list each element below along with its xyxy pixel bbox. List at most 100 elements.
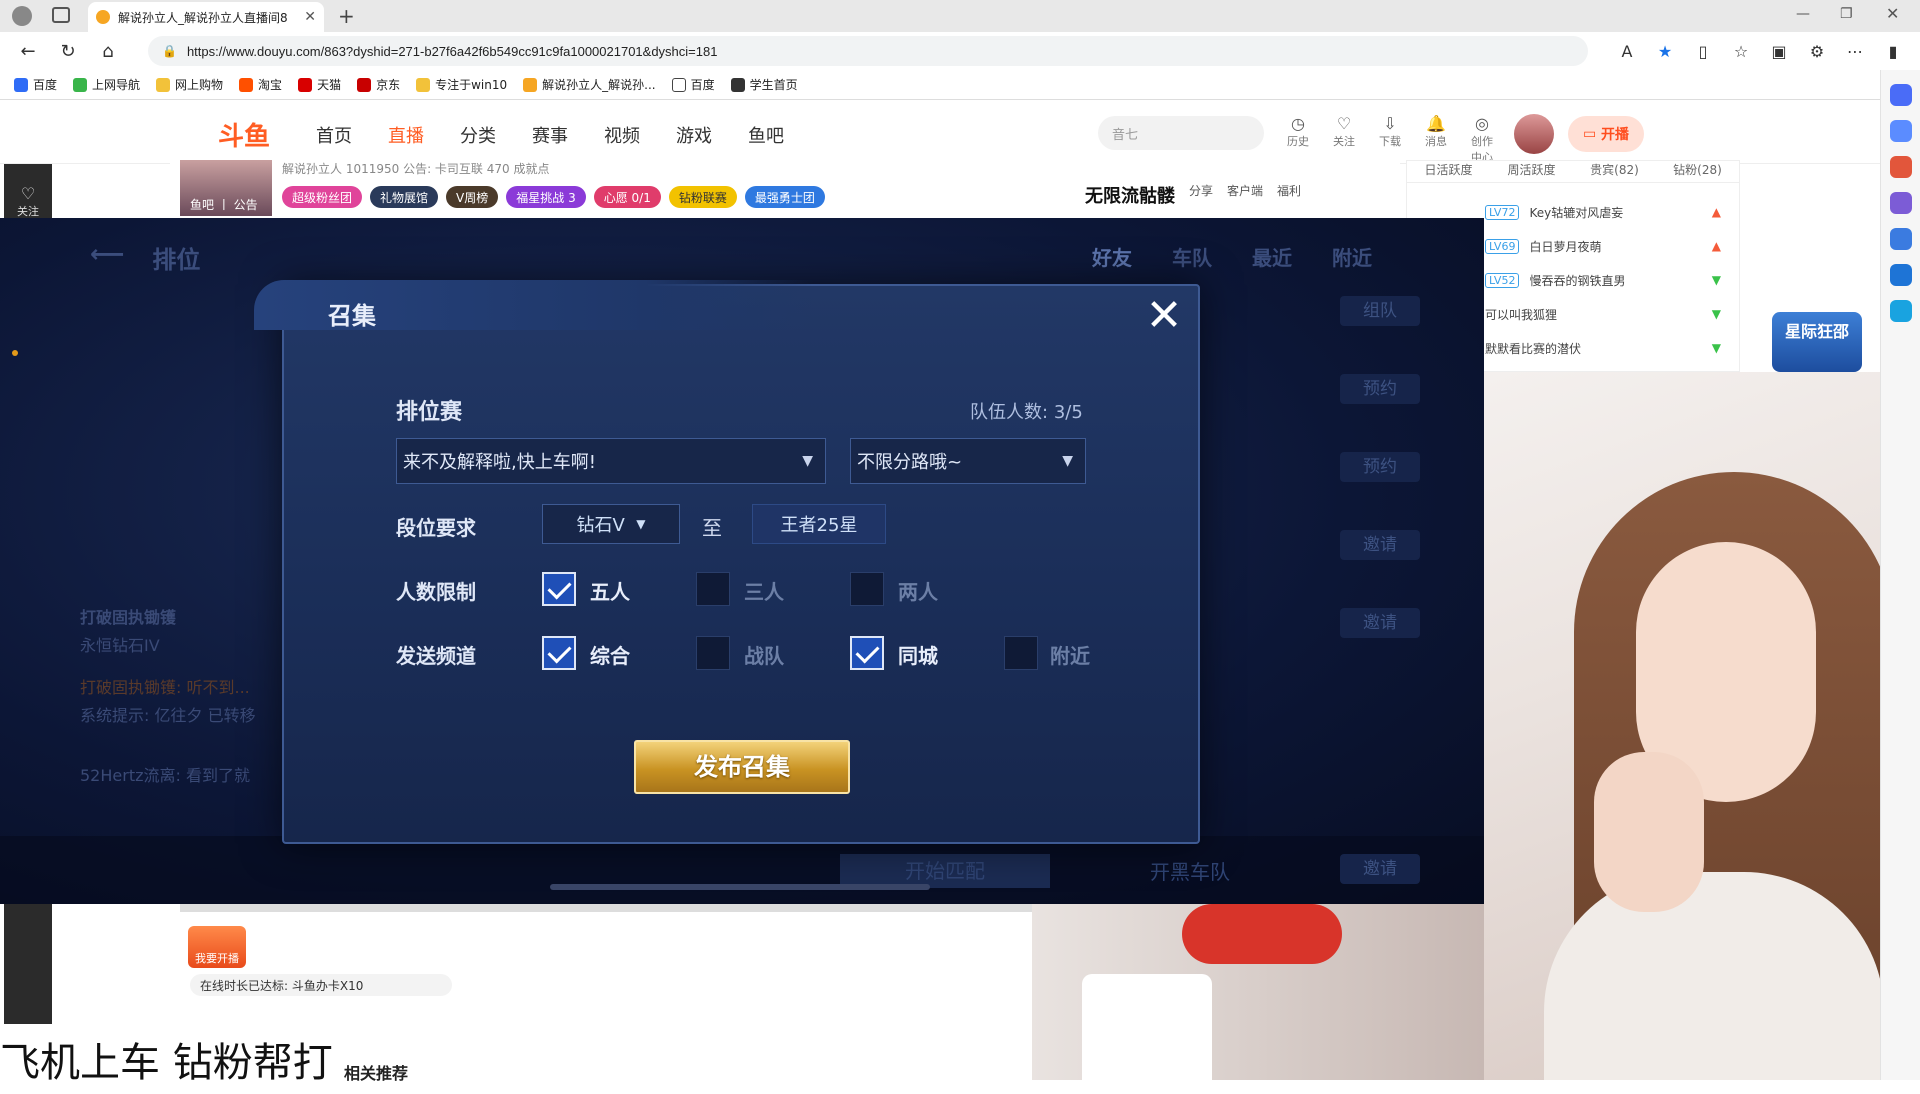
channel-guild-checkbox[interactable]: [696, 636, 730, 670]
badge[interactable]: 礼物展馆: [370, 186, 439, 208]
horizontal-scrollbar[interactable]: [550, 884, 930, 890]
sidebar-toggle-icon[interactable]: ▮: [1878, 36, 1908, 66]
browser-tab-active[interactable]: 解说孙立人_解说孙立人直播间8 ✕: [88, 2, 324, 32]
badge[interactable]: 钻粉联赛: [668, 186, 737, 208]
douyu-logo[interactable]: 斗鱼: [218, 116, 270, 153]
slogan-select[interactable]: 来不及解释啦,快上车啊! ▼: [396, 438, 826, 484]
new-tab-icon[interactable]: +: [338, 4, 355, 28]
bookmark-item[interactable]: 天猫: [298, 76, 341, 93]
message-button[interactable]: 🔔 消息: [1422, 114, 1450, 165]
bookmark-item[interactable]: 淘宝: [239, 76, 282, 93]
rank-tab[interactable]: 周活跃度: [1490, 161, 1573, 182]
nav-events[interactable]: 赛事: [532, 122, 568, 148]
tab-team[interactable]: 车队: [1172, 242, 1212, 271]
minimize-icon[interactable]: —: [1796, 6, 1810, 22]
follow-button[interactable]: ♡ 关注: [1330, 114, 1358, 165]
rank-tab[interactable]: 钻粉(28): [1656, 161, 1739, 182]
event-badge[interactable]: 星际狂邵: [1772, 312, 1862, 372]
tab-nearby[interactable]: 附近: [1332, 242, 1372, 271]
rank-from-select[interactable]: 钻石V ▼: [542, 504, 680, 544]
address-bar[interactable]: 🔒 https://www.douyu.com/863?dyshid=271-b…: [148, 36, 1588, 66]
nav-video[interactable]: 视频: [604, 122, 640, 148]
team-count: 队伍人数: 3/5: [970, 402, 1083, 423]
profile-icon[interactable]: [12, 6, 32, 26]
extensions-icon[interactable]: ⚙: [1802, 36, 1832, 66]
reserve-button[interactable]: 预约: [1340, 452, 1420, 482]
history-button[interactable]: ◷ 历史: [1284, 114, 1312, 165]
tag-icon[interactable]: [1889, 120, 1912, 142]
reserve-button[interactable]: 预约: [1340, 374, 1420, 404]
tab-recent[interactable]: 最近: [1252, 242, 1292, 271]
nav-yuba[interactable]: 鱼吧: [748, 122, 784, 148]
badge[interactable]: 福星挑战 3: [506, 186, 586, 208]
more-menu-icon[interactable]: ⋯: [1840, 36, 1870, 66]
start-live-button[interactable]: ▭ 开播: [1568, 116, 1644, 152]
bookmark-item[interactable]: 京东: [357, 76, 400, 93]
toolbox-icon[interactable]: [1889, 156, 1912, 178]
refresh-icon[interactable]: ↻: [48, 35, 88, 67]
invite-button[interactable]: 邀请: [1340, 854, 1420, 884]
badge[interactable]: 超级粉丝团: [282, 186, 363, 208]
bookmark-item[interactable]: 解说孙立人_解说孙...: [523, 76, 656, 93]
search-icon[interactable]: [1889, 84, 1912, 106]
welfare-link[interactable]: 福利: [1277, 182, 1301, 208]
send-icon[interactable]: [1889, 300, 1912, 322]
bookmark-item[interactable]: 专注于win10: [416, 76, 507, 93]
rank-tab[interactable]: 贵宾(82): [1573, 161, 1656, 182]
close-tab-icon[interactable]: ✕: [304, 9, 316, 25]
bookmark-item[interactable]: 学生首页: [730, 76, 798, 93]
bookmark-item[interactable]: 上网导航: [73, 76, 140, 93]
related-recommend: 相关推荐: [344, 1064, 409, 1083]
copilot-icon[interactable]: [1889, 228, 1912, 250]
back-icon[interactable]: ←: [8, 35, 48, 67]
team-up-button[interactable]: 组队: [1340, 296, 1420, 326]
nav-live[interactable]: 直播: [388, 122, 424, 148]
lane-select[interactable]: 不限分路哦~ ▼: [850, 438, 1086, 484]
douyu-search-input[interactable]: 音七: [1098, 116, 1264, 150]
back-arrow-icon[interactable]: ⟵: [90, 240, 124, 275]
split-screen-icon[interactable]: ▯: [1688, 36, 1718, 66]
team-car-button[interactable]: 开黑车队: [1150, 856, 1230, 885]
start-match-button[interactable]: 开始匹配: [840, 854, 1050, 888]
games-icon[interactable]: [1889, 192, 1912, 214]
close-icon[interactable]: ✕: [1142, 294, 1186, 340]
nav-home[interactable]: 首页: [316, 122, 352, 148]
start-stream-promo[interactable]: 我要开播: [188, 926, 246, 968]
channel-city-checkbox[interactable]: [850, 636, 884, 670]
share-link[interactable]: 分享: [1189, 182, 1213, 208]
read-aloud-icon[interactable]: A: [1612, 36, 1642, 66]
tab-actions-icon[interactable]: [52, 7, 70, 23]
publish-summon-button[interactable]: 发布召集: [634, 740, 850, 794]
badge[interactable]: 心愿 0/1: [593, 186, 661, 208]
size-two-checkbox[interactable]: [850, 572, 884, 606]
badge[interactable]: 最强勇士团: [744, 186, 825, 208]
rank-tab[interactable]: 日活跃度: [1407, 161, 1490, 182]
size-three-checkbox[interactable]: [696, 572, 730, 606]
size-five-checkbox[interactable]: [542, 572, 576, 606]
tab-friends[interactable]: 好友: [1092, 242, 1132, 271]
nav-category[interactable]: 分类: [460, 122, 496, 148]
favorite-star-icon[interactable]: ★: [1650, 36, 1680, 66]
outlook-icon[interactable]: [1889, 264, 1912, 286]
creator-button[interactable]: ◎ 创作中心: [1468, 114, 1496, 165]
badge[interactable]: V周榜: [446, 186, 499, 208]
channel-general-checkbox[interactable]: [542, 636, 576, 670]
bookmark-item[interactable]: 百度: [14, 76, 57, 93]
bookmark-item[interactable]: 百度: [671, 76, 715, 93]
download-button[interactable]: ⇩ 下载: [1376, 114, 1404, 165]
client-link[interactable]: 客户端: [1227, 182, 1263, 208]
channel-nearby-checkbox[interactable]: [1004, 636, 1038, 670]
close-window-icon[interactable]: ✕: [1886, 4, 1899, 23]
bookmark-item[interactable]: 网上购物: [156, 76, 223, 93]
rank-to-select[interactable]: 王者25星: [752, 504, 886, 544]
restore-icon[interactable]: ❐: [1840, 6, 1853, 22]
invite-button[interactable]: 邀请: [1340, 608, 1420, 638]
collections-icon[interactable]: ▣: [1764, 36, 1794, 66]
home-icon[interactable]: ⌂: [88, 35, 128, 67]
user-avatar[interactable]: [1514, 114, 1554, 154]
follow-side-button[interactable]: ♡ 关注: [4, 184, 52, 219]
invite-button[interactable]: 邀请: [1340, 530, 1420, 560]
nav-games[interactable]: 游戏: [676, 122, 712, 148]
favorites-icon[interactable]: ☆: [1726, 36, 1756, 66]
room-thumbnail[interactable]: 鱼吧 丨 公告: [180, 160, 272, 216]
